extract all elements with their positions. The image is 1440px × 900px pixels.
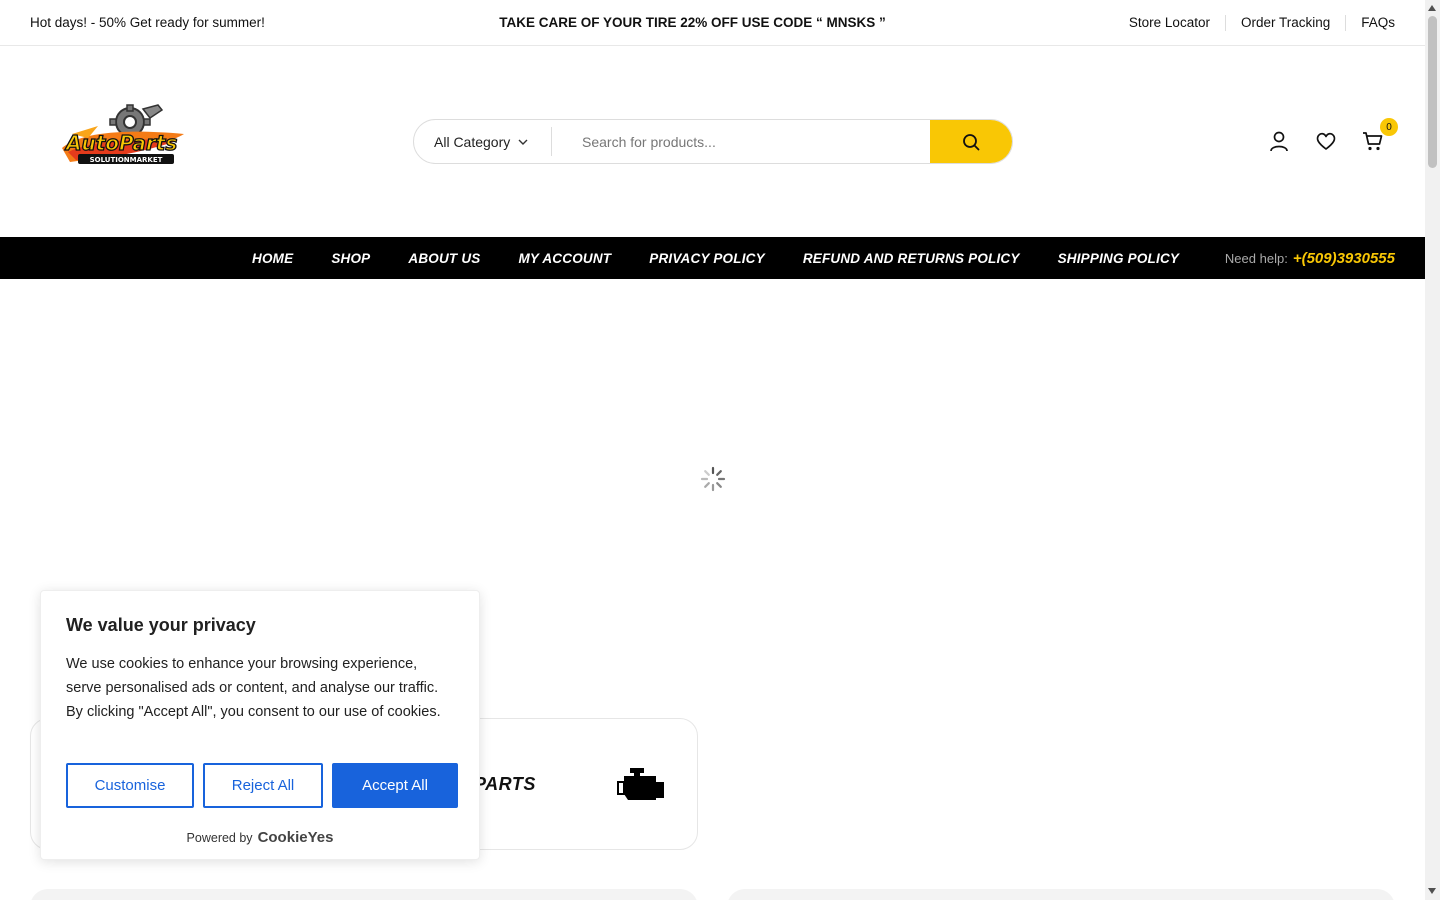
search-button[interactable]	[930, 120, 1012, 163]
nav-item-my-account[interactable]: MY ACCOUNT	[518, 251, 611, 266]
scrollbar-thumb[interactable]	[1428, 16, 1437, 168]
cookie-title: We value your privacy	[66, 615, 256, 635]
loading-spinner-icon	[700, 466, 726, 492]
help-phone-link[interactable]: +(509)3930555	[1293, 250, 1395, 267]
top-bar: Hot days! - 50% Get ready for summer! TA…	[0, 0, 1425, 46]
reject-all-button[interactable]: Reject All	[203, 763, 323, 808]
account-button[interactable]	[1268, 130, 1290, 152]
logo-subtext: SOLUTIONMARKET	[90, 156, 163, 164]
cart-icon	[1363, 132, 1383, 151]
content-card-right	[727, 889, 1395, 900]
chevron-down-icon	[518, 139, 528, 145]
nav-item-refund-policy[interactable]: REFUND AND RETURNS POLICY	[803, 251, 1020, 266]
accept-all-button[interactable]: Accept All	[332, 763, 458, 808]
search-input[interactable]	[552, 120, 930, 163]
powered-by-label: Powered by	[186, 830, 253, 845]
page-scrollbar[interactable]	[1425, 0, 1440, 900]
search-icon	[963, 133, 980, 150]
site-logo[interactable]: AutoParts SOLUTIONMARKET	[58, 104, 188, 174]
help-label: Need help:	[1224, 250, 1288, 266]
top-links: Store Locator Order Tracking FAQs	[1114, 14, 1395, 31]
customise-button[interactable]: Customise	[66, 763, 194, 808]
main-nav: HOME SHOP ABOUT US MY ACCOUNT PRIVACY PO…	[0, 237, 1425, 279]
user-icon	[1270, 131, 1288, 152]
nav-item-home[interactable]: HOME	[252, 251, 293, 266]
cookie-powered-by: Powered by CookieYes	[41, 829, 479, 846]
order-tracking-link[interactable]: Order Tracking	[1224, 14, 1345, 31]
logo-text: AutoParts	[64, 131, 177, 155]
faqs-link[interactable]: FAQs	[1345, 14, 1395, 31]
nav-item-about-us[interactable]: ABOUT US	[408, 251, 480, 266]
category-label: All Category	[434, 133, 511, 150]
wishlist-button[interactable]	[1315, 130, 1337, 152]
nav-item-privacy-policy[interactable]: PRIVACY POLICY	[649, 251, 765, 266]
engine-icon	[617, 768, 664, 800]
site-header: AutoParts SOLUTIONMARKET All Category 0	[0, 46, 1425, 237]
scroll-down-arrow-icon[interactable]	[1428, 888, 1436, 894]
cart-button[interactable]: 0	[1362, 118, 1398, 152]
nav-item-shipping-policy[interactable]: SHIPPING POLICY	[1058, 251, 1180, 266]
category-select[interactable]: All Category	[414, 127, 552, 156]
cookieyes-logo[interactable]: CookieYes	[258, 829, 334, 846]
cookie-consent-banner: We value your privacy We use cookies to …	[40, 590, 480, 860]
cookie-body: We use cookies to enhance your browsing …	[66, 656, 441, 720]
nav-item-shop[interactable]: SHOP	[331, 251, 370, 266]
scroll-up-arrow-icon[interactable]	[1428, 5, 1436, 11]
cookie-actions: Customise Reject All Accept All	[66, 763, 458, 808]
store-locator-link[interactable]: Store Locator	[1114, 15, 1225, 31]
header-actions: 0	[1268, 118, 1398, 152]
cart-count-badge: 0	[1380, 118, 1398, 136]
help-contact: Need help: +(509)3930555	[1225, 237, 1395, 279]
category-card-title: PARTS	[474, 774, 536, 794]
search-bar: All Category	[413, 119, 1013, 164]
content-card-left	[30, 889, 698, 900]
heart-icon	[1316, 132, 1336, 150]
